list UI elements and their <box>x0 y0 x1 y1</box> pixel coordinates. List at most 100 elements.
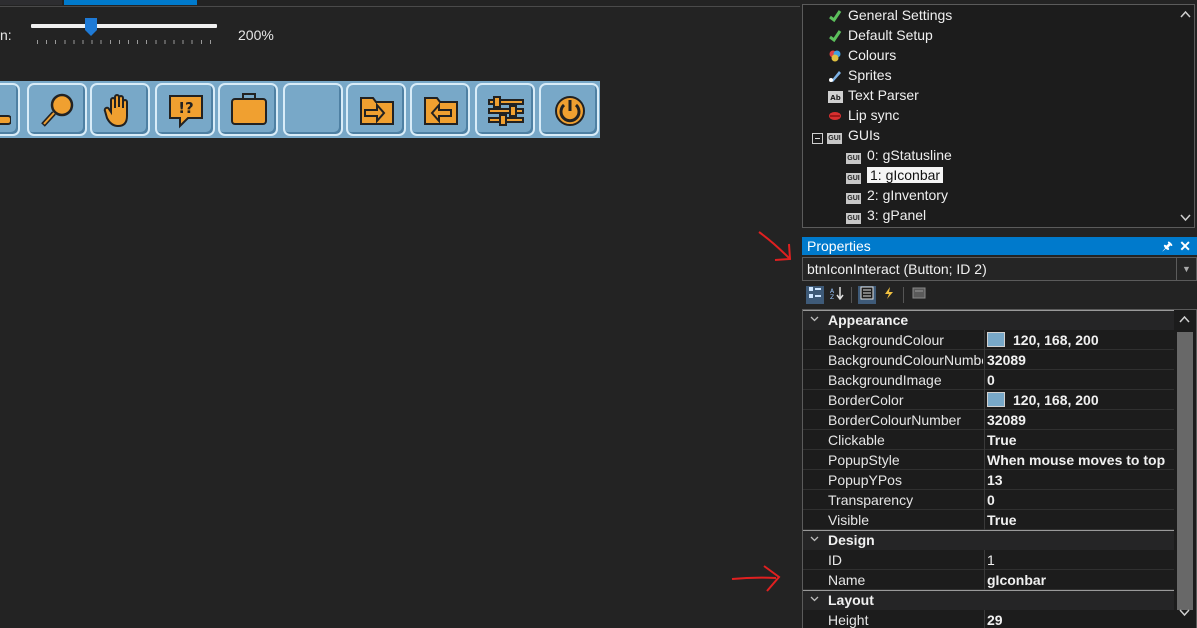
tree-item-colours[interactable]: Colours <box>827 45 896 65</box>
category-design[interactable]: Design <box>803 530 1175 550</box>
property-value[interactable]: 120, 168, 200 <box>987 390 1175 410</box>
tree-item-gui-0[interactable]: GUI 0: gStatusline <box>846 145 952 165</box>
chevron-down-icon[interactable] <box>807 591 821 610</box>
iconbar-button-inventory[interactable] <box>218 83 278 136</box>
property-value[interactable]: 0 <box>987 370 1175 390</box>
category-appearance[interactable]: Appearance <box>803 310 1175 330</box>
zoom-slider-ticks <box>37 40 211 44</box>
property-value-text: True <box>987 432 1017 448</box>
property-pages-icon[interactable] <box>910 286 928 304</box>
property-name: BorderColourNumber <box>828 412 962 428</box>
column-divider[interactable] <box>984 370 985 390</box>
property-value[interactable]: gIconbar <box>987 570 1175 590</box>
iconbar-button-controls[interactable] <box>475 83 535 136</box>
property-grid: Appearance BackgroundColour 120, 168, 200 B… <box>802 309 1197 628</box>
events-lightning-icon[interactable] <box>880 286 898 304</box>
property-value-text: True <box>987 512 1017 528</box>
column-divider[interactable] <box>984 470 985 490</box>
tree-item-sprites[interactable]: Sprites <box>827 65 892 85</box>
color-swatch <box>987 332 1005 347</box>
property-row[interactable]: BorderColor 120, 168, 200 <box>803 390 1175 410</box>
tree-item-gui-1[interactable]: GUI 1: gIconbar <box>846 165 944 185</box>
pin-icon[interactable]: 🖈 <box>1162 237 1173 255</box>
column-divider[interactable] <box>984 510 985 530</box>
tree-item-guis[interactable]: GUI GUIs <box>827 125 880 145</box>
property-value[interactable]: 13 <box>987 470 1175 490</box>
property-row[interactable]: Height 29 <box>803 610 1175 628</box>
iconbar-button-look[interactable] <box>27 83 87 136</box>
property-grid-scrollbar[interactable] <box>1174 310 1196 628</box>
column-divider[interactable] <box>984 430 985 450</box>
tab-gui-editor[interactable] <box>64 0 197 5</box>
property-value[interactable]: 0 <box>987 490 1175 510</box>
property-value[interactable]: 32089 <box>987 350 1175 370</box>
column-divider[interactable] <box>984 410 985 430</box>
tree-item-gui-2[interactable]: GUI 2: gInventory <box>846 185 948 205</box>
property-row[interactable]: ID 1 <box>803 550 1175 570</box>
iconbar-button-walk[interactable] <box>0 83 20 136</box>
column-divider[interactable] <box>984 570 985 590</box>
column-divider[interactable] <box>984 450 985 470</box>
tree-item-gui-3[interactable]: GUI 3: gPanel <box>846 205 926 225</box>
property-row[interactable]: PopupYPos 13 <box>803 470 1175 490</box>
property-row[interactable]: PopupStyle When mouse moves to top <box>803 450 1175 470</box>
property-value-text: 29 <box>987 612 1003 628</box>
property-row[interactable]: BorderColourNumber 32089 <box>803 410 1175 430</box>
scrollbar-thumb[interactable] <box>1177 332 1193 610</box>
property-row[interactable]: Clickable True <box>803 430 1175 450</box>
iconbar-button-empty[interactable] <box>283 83 343 136</box>
column-divider[interactable] <box>984 350 985 370</box>
zoom-slider-track[interactable] <box>31 24 217 28</box>
iconbar-button-interact[interactable] <box>90 83 150 136</box>
property-row[interactable]: Visible True <box>803 510 1175 530</box>
tree-scrollbar[interactable] <box>1177 5 1194 227</box>
gui-icon: GUI <box>846 173 861 184</box>
tree-item-text-parser[interactable]: Ab Text Parser <box>827 85 919 105</box>
chevron-up-icon[interactable] <box>1179 314 1190 325</box>
iconbar-button-load[interactable] <box>410 83 470 136</box>
iconbar-button-save[interactable] <box>346 83 406 136</box>
gui-iconbar-preview[interactable]: !? <box>0 81 600 138</box>
property-value[interactable]: 29 <box>987 610 1175 628</box>
chevron-up-icon[interactable] <box>1180 9 1191 20</box>
property-value[interactable]: When mouse moves to top <box>987 450 1175 470</box>
tab-start-page[interactable] <box>0 0 62 5</box>
property-value[interactable]: True <box>987 430 1175 450</box>
sort-alphabetical-icon[interactable]: AZ <box>828 286 846 304</box>
column-divider[interactable] <box>984 490 985 510</box>
column-divider[interactable] <box>984 330 985 350</box>
chevron-down-icon[interactable] <box>807 531 821 550</box>
close-icon[interactable]: ✕ <box>1179 237 1191 255</box>
property-row[interactable]: Name gIconbar <box>803 570 1175 590</box>
property-value[interactable]: 32089 <box>987 410 1175 430</box>
column-divider[interactable] <box>984 550 985 570</box>
property-value[interactable]: 1 <box>987 550 1175 570</box>
column-divider[interactable] <box>984 390 985 410</box>
sprite-icon <box>827 69 843 85</box>
property-row[interactable]: BackgroundColour 120, 168, 200 <box>803 330 1175 350</box>
column-divider[interactable] <box>984 610 985 628</box>
iconbar-button-quit[interactable] <box>539 83 599 136</box>
briefcase-icon <box>231 93 267 125</box>
property-value[interactable]: 120, 168, 200 <box>987 330 1175 350</box>
chevron-down-icon[interactable] <box>1180 212 1191 223</box>
iconbar-button-talk[interactable]: !? <box>155 83 215 136</box>
property-value[interactable]: True <box>987 510 1175 530</box>
tree-item-default-setup[interactable]: Default Setup <box>827 25 933 45</box>
properties-view-icon[interactable] <box>858 286 876 304</box>
collapse-icon[interactable] <box>812 133 823 144</box>
chevron-down-icon[interactable] <box>807 311 821 330</box>
zoom-slider-thumb[interactable] <box>84 18 97 36</box>
categorized-icon[interactable] <box>806 286 824 304</box>
property-row[interactable]: BackgroundColourNumber 32089 <box>803 350 1175 370</box>
folder-out-icon <box>424 97 458 125</box>
chevron-down-icon[interactable]: ▼ <box>1176 258 1196 280</box>
property-row[interactable]: BackgroundImage 0 <box>803 370 1175 390</box>
property-row[interactable]: Transparency 0 <box>803 490 1175 510</box>
tree-item-lip-sync[interactable]: Lip sync <box>827 105 899 125</box>
chevron-down-icon[interactable] <box>1179 607 1190 618</box>
category-layout[interactable]: Layout <box>803 590 1175 610</box>
object-selector[interactable]: btnIconInteract (Button; ID 2) ▼ <box>802 257 1197 281</box>
zoom-slider[interactable] <box>31 18 217 48</box>
tree-item-general-settings[interactable]: General Settings <box>827 5 952 25</box>
